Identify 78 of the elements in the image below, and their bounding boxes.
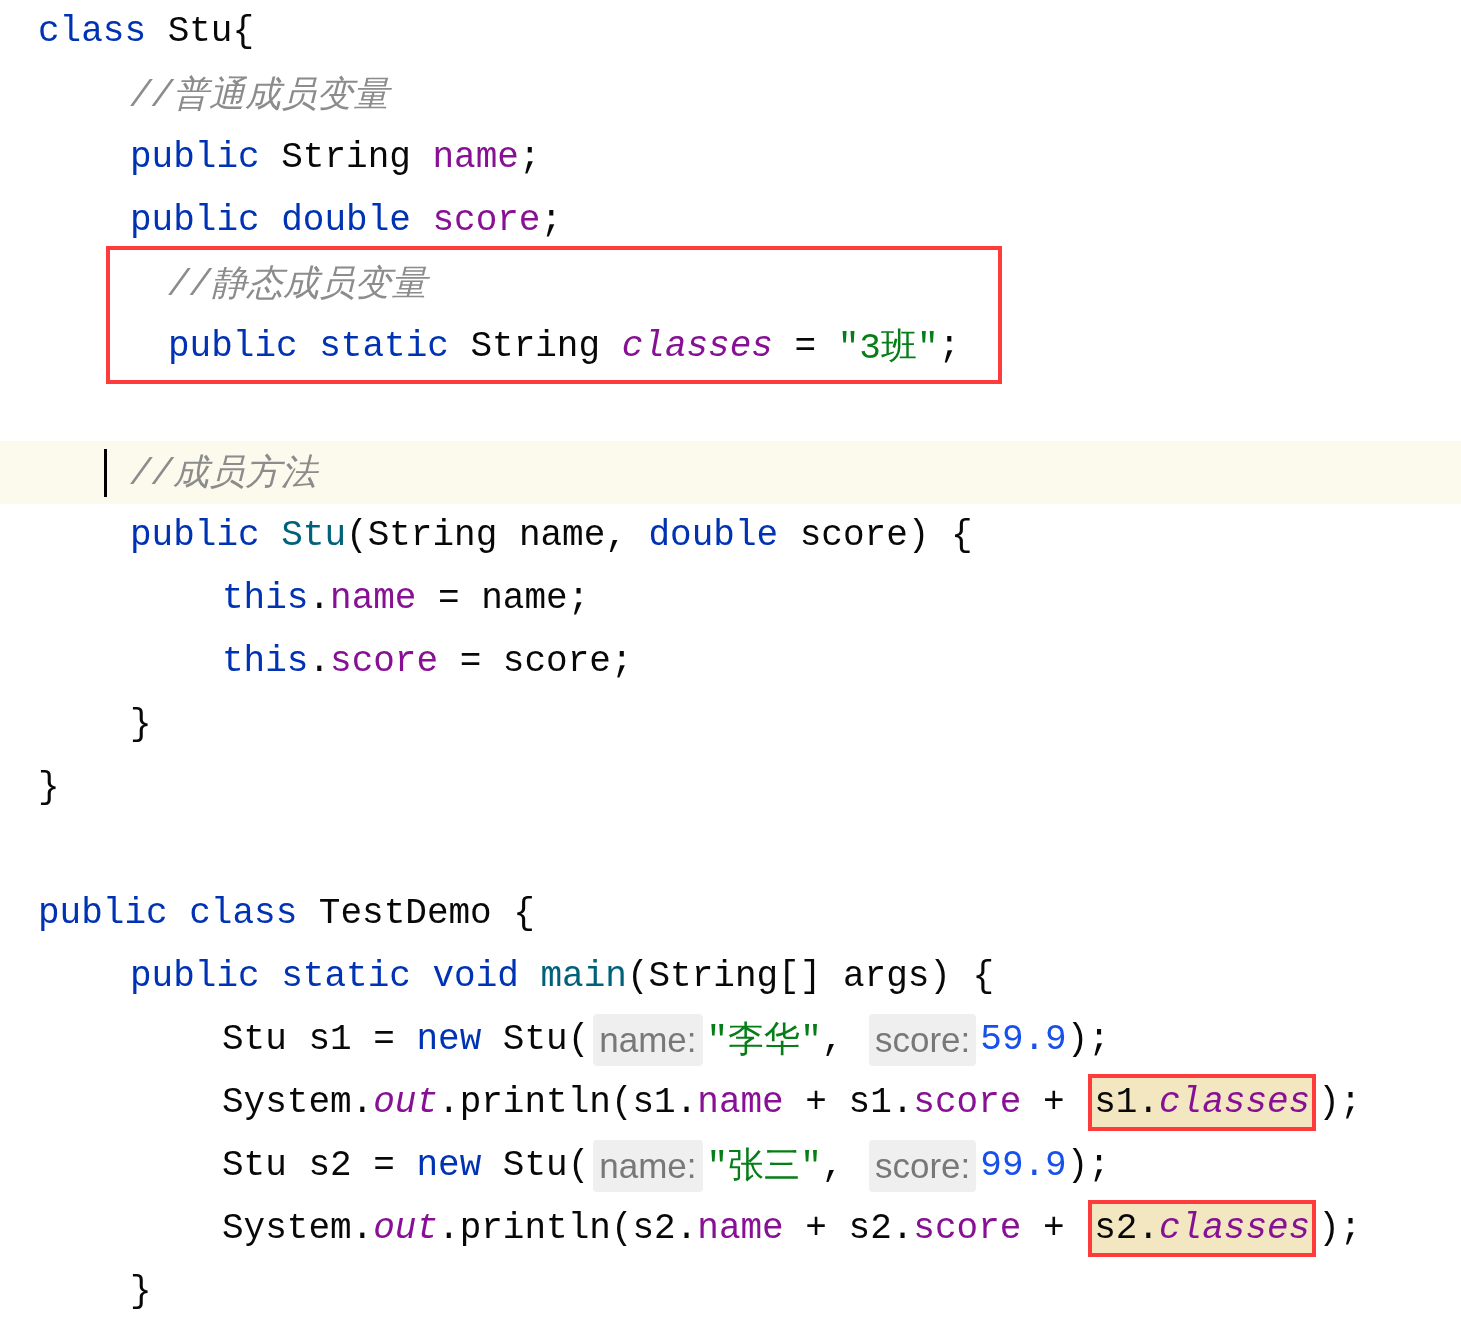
code-text: , — [821, 1145, 845, 1186]
string-literal: "张三" — [706, 1146, 822, 1190]
static-field-name: classes — [1159, 1082, 1311, 1123]
code-text: Stu s1 = — [222, 1019, 396, 1060]
code-text: + — [1041, 1082, 1066, 1123]
code-text: Stu s2 = — [222, 1145, 396, 1186]
static-field-name: classes — [621, 326, 773, 367]
field-name: score — [913, 1208, 1022, 1249]
string-literal: "3班" — [837, 327, 939, 371]
code-text: TestDemo { — [318, 893, 535, 934]
code-text: .println(s2. — [438, 1208, 698, 1249]
parameter-hint: name: — [593, 1139, 703, 1192]
code-text: Stu( — [502, 1019, 590, 1060]
code-text: s2. — [1094, 1208, 1159, 1249]
keyword: class — [38, 11, 148, 52]
field-name: name — [697, 1082, 784, 1123]
string-literal: "李华" — [706, 1020, 822, 1064]
field-name: score — [330, 641, 439, 682]
method-name: Stu — [281, 515, 347, 556]
code-text: score) { — [799, 515, 973, 556]
code-text: .println(s1. — [438, 1082, 698, 1123]
code-text: Stu( — [502, 1145, 590, 1186]
keyword: new — [416, 1145, 483, 1186]
number-literal: 59.9 — [980, 1019, 1067, 1060]
field-name: name — [432, 137, 519, 178]
code-text: + — [1041, 1208, 1066, 1249]
code-text: System. — [222, 1082, 374, 1123]
code-comment: //静态成员变量 — [168, 263, 428, 308]
code-comment: //成员方法 — [130, 452, 318, 497]
code-text: Stu{ — [167, 11, 255, 52]
keyword: this — [222, 641, 309, 682]
code-text: = score; — [458, 641, 633, 682]
keyword: public class — [38, 893, 299, 934]
code-text: , — [821, 1019, 845, 1060]
field-name: score — [913, 1082, 1022, 1123]
code-text: (String[] args) { — [626, 956, 995, 997]
code-text: } — [130, 1271, 152, 1312]
code-text: s1. — [1094, 1082, 1159, 1123]
code-text: ); — [1066, 1019, 1110, 1060]
code-text: = name; — [437, 578, 590, 619]
code-text: ; — [518, 137, 541, 178]
code-text: String — [470, 326, 602, 367]
code-text: + s1. — [804, 1082, 914, 1123]
field-name: score — [432, 200, 541, 241]
parameter-hint: score: — [869, 1139, 977, 1192]
method-name: main — [540, 956, 627, 997]
code-text: (String name, — [346, 515, 628, 556]
static-field-name: out — [373, 1208, 439, 1249]
code-text: } — [38, 767, 60, 808]
keyword: new — [416, 1019, 483, 1060]
number-literal: 99.9 — [980, 1145, 1067, 1186]
code-text: System. — [222, 1208, 374, 1249]
keyword: this — [222, 578, 309, 619]
keyword: public static — [168, 326, 450, 367]
static-field-name: out — [373, 1082, 439, 1123]
code-text: + s2. — [804, 1208, 914, 1249]
parameter-hint: name: — [593, 1013, 703, 1066]
parameter-hint: score: — [869, 1013, 977, 1066]
keyword: public — [130, 515, 261, 556]
keyword: public double — [130, 200, 412, 241]
code-text: . — [308, 578, 331, 619]
code-text: ; — [540, 200, 563, 241]
code-text: ); — [1318, 1082, 1362, 1123]
text-caret — [104, 448, 107, 497]
code-text: . — [308, 641, 331, 682]
code-text: } — [130, 704, 152, 745]
keyword: public static void — [130, 956, 520, 997]
field-name: name — [697, 1208, 784, 1249]
code-text: String — [281, 137, 412, 178]
keyword: double — [648, 515, 780, 556]
field-name: name — [330, 578, 417, 619]
static-field-name: classes — [1159, 1208, 1311, 1249]
code-text: ; — [938, 326, 961, 367]
keyword: public — [130, 137, 261, 178]
code-text: ); — [1318, 1208, 1362, 1249]
code-text: ); — [1066, 1145, 1110, 1186]
code-comment: //普通成员变量 — [130, 74, 390, 119]
code-text: = — [793, 326, 818, 367]
